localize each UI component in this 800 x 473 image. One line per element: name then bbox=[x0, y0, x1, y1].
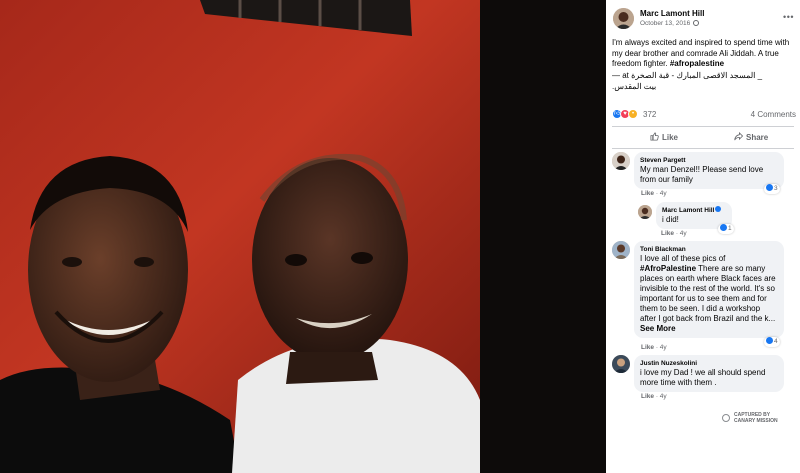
watermark-text: CAPTURED BY CANARY MISSION bbox=[734, 412, 778, 424]
wow-icon: • bbox=[628, 109, 638, 119]
location-line-2[interactable]: بيت المقدس. bbox=[612, 81, 796, 92]
like-icon bbox=[720, 224, 727, 231]
post-header: Marc Lamont Hill October 13, 2016 ••• bbox=[606, 0, 800, 36]
post-actions: Like Share bbox=[612, 128, 794, 148]
comment-time[interactable]: 4y bbox=[660, 393, 667, 400]
comment-actions: Like · 4y bbox=[661, 230, 687, 237]
commenter-avatar[interactable] bbox=[612, 241, 630, 259]
commenter-name[interactable]: Steven Pargett bbox=[640, 156, 778, 165]
comment: Toni Blackman I love all of these pics o… bbox=[612, 241, 792, 351]
share-button[interactable]: Share bbox=[734, 128, 768, 148]
comment-like-link[interactable]: Like bbox=[641, 190, 654, 197]
commenter-avatar[interactable] bbox=[612, 355, 630, 373]
reaction-count[interactable]: 372 bbox=[643, 110, 656, 119]
comment-actions: Like · 4y bbox=[641, 393, 667, 400]
comment-time[interactable]: 4y bbox=[660, 344, 667, 351]
thumbs-up-icon bbox=[650, 132, 659, 141]
commenter-name[interactable]: Marc Lamont Hill bbox=[662, 206, 726, 215]
comment-like-link[interactable]: Like bbox=[641, 344, 654, 351]
location-line-1[interactable]: — at المسجد الاقصى المبارك - قبة الصخرة … bbox=[612, 70, 796, 81]
comment-reaction-count: 3 bbox=[774, 185, 778, 192]
comment: Justin Nuzeskolini i love my Dad ! we al… bbox=[612, 355, 792, 401]
post-date[interactable]: October 13, 2016 bbox=[640, 20, 700, 27]
comment-reaction-count: 4 bbox=[774, 338, 778, 345]
canary-logo-icon bbox=[722, 414, 730, 422]
comment-text: My man Denzel!! Please send love from ou… bbox=[640, 165, 764, 184]
commenter-avatar[interactable] bbox=[612, 152, 630, 170]
post-side-panel: Marc Lamont Hill October 13, 2016 ••• I'… bbox=[606, 0, 800, 473]
watermark: CAPTURED BY CANARY MISSION bbox=[722, 412, 794, 426]
watermark-line-2: CANARY MISSION bbox=[734, 417, 778, 424]
author-name[interactable]: Marc Lamont Hill bbox=[640, 9, 704, 18]
comment-bubble: Toni Blackman I love all of these pics o… bbox=[634, 241, 784, 338]
comment-reaction-count: 1 bbox=[728, 225, 732, 232]
comment-bubble: Justin Nuzeskolini i love my Dad ! we al… bbox=[634, 355, 784, 392]
location-prefix: — at bbox=[612, 71, 632, 80]
comment-hashtag[interactable]: #AfroPalestine bbox=[640, 264, 696, 273]
comment-reactions[interactable]: 4 bbox=[764, 337, 780, 347]
commenter-name[interactable]: Justin Nuzeskolini bbox=[640, 359, 778, 368]
like-button[interactable]: Like bbox=[650, 128, 678, 148]
comment-text: i did! bbox=[662, 215, 679, 224]
comment-actions: Like · 4y bbox=[641, 190, 667, 197]
post-location: — at المسجد الاقصى المبارك - قبة الصخرة … bbox=[612, 70, 796, 92]
more-options-icon[interactable]: ••• bbox=[783, 12, 794, 22]
comment-reactions[interactable]: 1 bbox=[718, 224, 734, 234]
like-icon bbox=[766, 337, 773, 344]
comment-text-part: I love all of these pics of bbox=[640, 254, 726, 263]
comment-text: I love all of these pics of #AfroPalesti… bbox=[640, 254, 778, 334]
commenter-name[interactable]: Toni Blackman bbox=[640, 245, 778, 254]
author-avatar[interactable] bbox=[613, 8, 634, 29]
share-icon bbox=[734, 132, 743, 141]
comment: Steven Pargett My man Denzel!! Please se… bbox=[612, 152, 792, 198]
commenter-avatar[interactable] bbox=[638, 205, 652, 219]
see-more-link[interactable]: See More bbox=[640, 324, 676, 333]
globe-icon bbox=[693, 20, 700, 26]
comment-reactions[interactable]: 3 bbox=[764, 184, 780, 194]
selfie-image bbox=[0, 0, 606, 473]
commenter-name-text[interactable]: Marc Lamont Hill bbox=[662, 207, 714, 214]
post-photo[interactable] bbox=[0, 0, 606, 473]
comment-bubble: Steven Pargett My man Denzel!! Please se… bbox=[634, 152, 784, 189]
comment-text: i love my Dad ! we all should spend more… bbox=[640, 368, 766, 387]
divider bbox=[612, 126, 794, 127]
comment-like-link[interactable]: Like bbox=[661, 230, 674, 237]
comment-time[interactable]: 4y bbox=[680, 230, 687, 237]
location-name[interactable]: المسجد الاقصى المبارك - قبة الصخرة _ bbox=[631, 71, 762, 80]
post-hashtag[interactable]: #afropalestine bbox=[670, 59, 724, 68]
reactions-summary[interactable]: 👍︎ ♥ • 372 4 Comments bbox=[612, 109, 796, 121]
like-button-label: Like bbox=[662, 133, 679, 142]
post-date-text[interactable]: October 13, 2016 bbox=[640, 20, 690, 27]
comment-time[interactable]: 4y bbox=[660, 190, 667, 197]
comment-actions: Like · 4y bbox=[641, 344, 667, 351]
comments-count[interactable]: 4 Comments bbox=[751, 110, 796, 119]
comment-like-link[interactable]: Like bbox=[641, 393, 654, 400]
post-body: I'm always excited and inspired to spend… bbox=[612, 38, 796, 70]
divider bbox=[612, 148, 794, 149]
share-button-label: Share bbox=[746, 133, 769, 142]
comment-reply: Marc Lamont Hill i did! 1 Like · 4y bbox=[638, 202, 794, 240]
verified-icon bbox=[715, 206, 722, 212]
like-icon bbox=[766, 184, 773, 191]
